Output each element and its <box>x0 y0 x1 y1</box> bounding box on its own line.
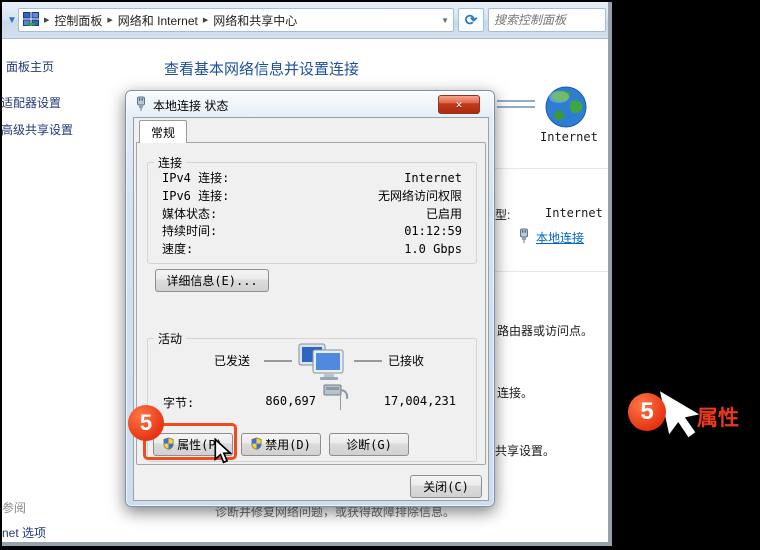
sent-label: 已发送 <box>214 352 250 369</box>
connection-groupbox: 连接 IPv4 连接: Internet IPv6 连接: 无网络访问权限 媒体… <box>147 162 477 264</box>
breadcrumb-separator-icon: ▶ <box>44 16 49 24</box>
globe-label: Internet <box>540 130 594 144</box>
step-number-badge-margin: 5 <box>628 393 666 431</box>
sidebar-item-home[interactable]: 面板主页 <box>6 58 54 75</box>
tab-general-label: 常规 <box>151 124 175 141</box>
page-title: 查看基本网络信息并设置连接 <box>164 58 359 79</box>
breadcrumb-address-bar[interactable]: ▶ 控制面板 ▶ 网络和 Internet ▶ 网络和共享中心 ▼ <box>18 8 454 32</box>
close-icon[interactable]: ✕ <box>438 95 480 114</box>
mouse-cursor-icon <box>213 438 233 471</box>
back-nav-arrow-icon[interactable]: ▼ <box>7 15 17 26</box>
clipped-text-sharing: 共享设置。 <box>495 442 555 459</box>
access-type-value: Internet <box>545 206 603 220</box>
callout-properties-label: 属性 <box>697 402 739 432</box>
row-media-state: 媒体状态: 已启用 <box>148 206 476 224</box>
bytes-divider <box>340 388 341 410</box>
row-speed-value: 1.0 Gbps <box>404 241 462 259</box>
connection-group-label: 连接 <box>154 154 186 171</box>
breadcrumb-control-panel[interactable]: 控制面板 <box>54 12 102 29</box>
details-button-label: 详细信息(E)... <box>166 272 257 289</box>
close-button[interactable]: 关闭(C) <box>410 475 482 498</box>
row-ipv6-value: 无网络访问权限 <box>378 188 462 206</box>
tab-general[interactable]: 常规 <box>139 120 187 143</box>
breadcrumb-network-sharing-center[interactable]: 网络和共享中心 <box>213 12 297 29</box>
address-toolbar: ▼ ▶ 控制面板 ▶ 网络和 Internet ▶ 网络和共享中心 <box>2 2 608 39</box>
close-x-glyph: ✕ <box>456 98 463 111</box>
close-button-label: 关闭(C) <box>423 478 469 495</box>
refresh-icon: ⟳ <box>465 11 478 29</box>
breadcrumb-separator-icon: ▶ <box>107 16 112 24</box>
network-places-icon <box>23 12 39 29</box>
sent-dash <box>264 360 292 362</box>
row-ipv4-label: IPv4 连接: <box>162 170 229 188</box>
internet-globe-icon <box>542 85 590 136</box>
sidebar-item-sharing[interactable]: 高级共享设置 <box>1 121 73 138</box>
sidebar-item-adapter[interactable]: 适配器设置 <box>1 94 61 111</box>
access-type-label: 型: <box>495 206 510 223</box>
bytes-received-value: 17,004,231 <box>352 394 456 408</box>
screenshot-canvas: ▼ ▶ 控制面板 ▶ 网络和 Internet ▶ 网络和共享中心 <box>0 0 760 550</box>
row-ipv6-label: IPv6 连接: <box>162 188 229 206</box>
row-duration-value: 01:12:59 <box>404 223 462 241</box>
network-map-line <box>497 106 535 108</box>
row-media-state-value: 已启用 <box>426 206 462 224</box>
disable-button-label: 禁用(D) <box>265 436 311 453</box>
sidebar-see-also-label: 参阅 <box>2 499 26 516</box>
clipped-text-router: 路由器或访问点。 <box>497 322 593 339</box>
breadcrumb-separator-icon: ▶ <box>203 16 208 24</box>
row-duration: 持续时间: 01:12:59 <box>148 223 476 241</box>
row-speed: 速度: 1.0 Gbps <box>148 241 476 259</box>
search-box[interactable] <box>488 8 606 32</box>
step-number: 5 <box>140 410 152 436</box>
uac-shield-icon <box>251 437 262 453</box>
sidebar-item-inet-options[interactable]: net 选项 <box>2 524 46 541</box>
disable-button[interactable]: 禁用(D) <box>241 433 321 456</box>
row-ipv6: IPv6 连接: 无网络访问权限 <box>148 188 476 206</box>
row-speed-label: 速度: <box>162 241 193 259</box>
row-duration-label: 持续时间: <box>162 223 217 241</box>
network-map-line <box>497 100 535 102</box>
refresh-button[interactable]: ⟳ <box>458 8 484 32</box>
address-dropdown-icon[interactable]: ▼ <box>441 16 449 25</box>
activity-group-label: 活动 <box>154 330 186 347</box>
search-input[interactable] <box>489 9 605 31</box>
step-number: 5 <box>640 398 653 426</box>
dialog-title: 本地连接 状态 <box>153 97 228 114</box>
diagnose-button-label: 诊断(G) <box>346 436 392 453</box>
details-button[interactable]: 详细信息(E)... <box>155 269 269 292</box>
connection-plug-icon <box>518 228 530 249</box>
breadcrumb-network-internet[interactable]: 网络和 Internet <box>118 12 198 29</box>
bytes-label: 字节: <box>163 394 194 411</box>
row-ipv4: IPv4 连接: Internet <box>148 170 476 188</box>
received-dash <box>354 360 382 362</box>
clipped-text-connect: 连接。 <box>497 384 533 401</box>
row-media-state-label: 媒体状态: <box>162 206 217 224</box>
step-number-badge: 5 <box>128 405 164 441</box>
local-connection-link[interactable]: 本地连接 <box>536 229 584 246</box>
received-label: 已接收 <box>388 352 424 369</box>
bytes-sent-value: 860,697 <box>228 394 316 408</box>
dialog-plug-icon <box>135 96 147 115</box>
row-ipv4-value: Internet <box>404 170 462 188</box>
diagnose-button[interactable]: 诊断(G) <box>329 433 409 456</box>
